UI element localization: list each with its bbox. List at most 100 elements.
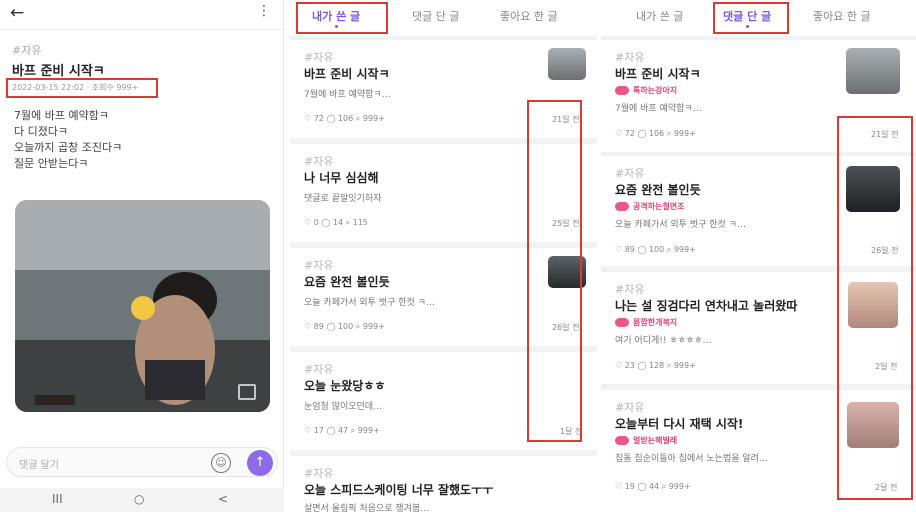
detail-top-bar: ← ⋮ [0, 0, 283, 30]
badge-pill-icon [615, 318, 629, 327]
card-stats: ♡ 89 ◯ 100 ⌕ 999+ [304, 322, 385, 331]
tab-my-posts[interactable]: 내가 쓴 글 [636, 8, 683, 24]
author-badge: 톡하는강아지 [615, 85, 677, 96]
card-stats: ♡ 23 ◯ 128 ⌕ 999+ [615, 361, 696, 370]
my-posts-screen: 내가 쓴 글 댓글 단 글 좋아요 한 글 #자유 바프 준비 시작ㅋ 7월에 … [290, 0, 597, 512]
beach-photo-illustration [15, 200, 270, 412]
emoji-icon[interactable]: ☺ [211, 453, 231, 473]
recent-apps-icon[interactable]: III [52, 492, 63, 506]
card-title: 나는 설 징검다리 연차내고 놀러왔따 [615, 299, 798, 313]
badge-pill-icon [615, 202, 629, 211]
comment-count: 128 [648, 361, 665, 370]
card-tag: #자유 [615, 167, 645, 180]
card-stats: ♡ 72 ◯ 106 ⌕ 999+ [304, 114, 385, 123]
comment-input[interactable]: 댓글 달기 [19, 456, 59, 471]
view-count: 999+ [357, 426, 380, 435]
card-body: 여기 어디게!! ㅎㅎㅎㅎ… [615, 336, 712, 346]
send-icon[interactable]: ↑ [247, 450, 273, 476]
card-body: 7월에 바프 예약함ㅋ… [615, 104, 702, 114]
card-stats: ♡ 19 ◯ 44 ⌕ 999+ [615, 482, 691, 491]
author-badge: 몸깜한개복지 [615, 317, 677, 328]
back-arrow-icon[interactable]: ← [10, 3, 24, 23]
back-nav-icon[interactable]: < [218, 492, 228, 506]
author-badge: 공격하는철면조 [615, 201, 685, 212]
card-body: 살면서 올림픽 처음으로 챙겨봄… [304, 504, 430, 512]
card-title: 바프 준비 시작ㅋ [304, 67, 390, 81]
post-thumbnail [846, 48, 900, 94]
like-count: 89 [313, 322, 324, 331]
post-thumbnail [548, 48, 586, 80]
card-tag: #자유 [304, 155, 334, 168]
badge-pill-icon [615, 436, 629, 445]
card-title: 나 너무 심심해 [304, 171, 379, 185]
view-count: 999+ [673, 361, 696, 370]
active-dot [745, 25, 749, 28]
date-column-highlight [837, 116, 913, 500]
author-nickname: 톡하는강아지 [633, 86, 678, 95]
view-count: 999+ [673, 129, 696, 138]
author-nickname: 공격하는철면조 [633, 202, 685, 211]
tab-commented[interactable]: 댓글 단 글 [723, 8, 772, 28]
like-count: 72 [313, 114, 324, 123]
card-body: 집돌 집순이들아 집에서 노는법을 알려… [615, 454, 768, 464]
date-column-highlight [527, 100, 582, 442]
tab-commented[interactable]: 댓글 단 글 [412, 8, 459, 24]
comment-count: 14 [332, 218, 344, 227]
card-title: 바프 준비 시작ㅋ [615, 67, 701, 81]
card-tag: #자유 [304, 363, 334, 376]
tab-label: 내가 쓴 글 [312, 10, 361, 23]
badge-pill-icon [615, 86, 629, 95]
card-title: 요즘 완전 볼인듯 [615, 183, 701, 197]
like-count: 19 [624, 482, 635, 491]
post-card[interactable]: #자유 오늘 스피드스케이팅 너무 잘했도ㅜㅜ 살면서 올림픽 처음으로 챙겨봄… [290, 456, 597, 512]
post-body: 7월에 바프 예약함ㅋ 다 디졌다ㅋ 오늘까지 곱창 조진다ㅋ 질문 안받는다ㅋ [14, 108, 122, 172]
view-count: 999+ [668, 482, 691, 491]
card-body: 눈엄청 많이오던데… [304, 402, 383, 412]
tab-label: 댓글 단 글 [723, 10, 772, 23]
post-detail-screen: ← ⋮ #자유 바프 준비 시작ㅋ 2022-03-15 22:02 · 조회수… [0, 0, 284, 512]
card-tag: #자유 [615, 283, 645, 296]
comment-input-bar[interactable]: 댓글 달기 ☺ ↑ [6, 447, 278, 477]
tab-my-posts[interactable]: 내가 쓴 글 [312, 8, 361, 28]
screenshot-stage: ← ⋮ #자유 바프 준비 시작ㅋ 2022-03-15 22:02 · 조회수… [0, 0, 916, 512]
view-count: 115 [352, 218, 368, 227]
comment-count: 100 [337, 322, 354, 331]
card-title: 오늘 눈왔당ㅎㅎ [304, 379, 386, 393]
card-tag: #자유 [615, 51, 645, 64]
expand-icon[interactable] [238, 384, 256, 400]
card-title: 오늘 스피드스케이팅 너무 잘했도ㅜㅜ [304, 483, 494, 497]
card-stats: ♡ 17 ◯ 47 ⌕ 999+ [304, 426, 380, 435]
card-stats: ♡ 89 ◯ 100 ⌕ 999+ [615, 245, 696, 254]
card-tag: #자유 [304, 259, 334, 272]
tab-liked[interactable]: 좋아요 한 글 [500, 8, 558, 24]
view-count: 999+ [673, 245, 696, 254]
post-title: 바프 준비 시작ㅋ [12, 64, 105, 79]
author-nickname: 얼받는해벌레 [633, 436, 678, 445]
tab-liked[interactable]: 좋아요 한 글 [813, 8, 871, 24]
post-photo[interactable] [15, 200, 270, 412]
like-count: 72 [624, 129, 635, 138]
view-count: 999+ [362, 114, 385, 123]
comment-count: 44 [648, 482, 660, 491]
post-body-line: 7월에 바프 예약함ㅋ [14, 109, 109, 122]
author-badge: 얼받는해벌레 [615, 435, 677, 446]
like-count: 23 [624, 361, 635, 370]
post-body-line: 질문 안받는다ㅋ [14, 157, 89, 170]
active-dot [334, 25, 338, 28]
view-count: 999+ [362, 322, 385, 331]
post-category-tag: #자유 [12, 44, 42, 57]
comment-count: 47 [337, 426, 349, 435]
post-meta-highlighted: 2022-03-15 22:02 · 조회수 999+ [6, 78, 158, 98]
card-body: 7월에 바프 예약함ㅋ… [304, 90, 391, 100]
tab-bar: 내가 쓴 글 댓글 단 글 좋아요 한 글 [290, 0, 597, 36]
more-vertical-icon[interactable]: ⋮ [257, 3, 271, 19]
card-tag: #자유 [304, 467, 334, 480]
system-nav-bar: III ○ < [0, 488, 284, 512]
home-icon[interactable]: ○ [134, 492, 144, 506]
card-body: 오늘 카페가서 외투 벗구 한컷 ㅋ… [304, 298, 435, 308]
card-title: 요즘 완전 볼인듯 [304, 275, 390, 289]
post-body-line: 다 디졌다ㅋ [14, 125, 69, 138]
like-count: 0 [313, 218, 319, 227]
comment-count: 106 [337, 114, 354, 123]
card-title: 오늘부터 다시 재택 시작! [615, 417, 744, 431]
